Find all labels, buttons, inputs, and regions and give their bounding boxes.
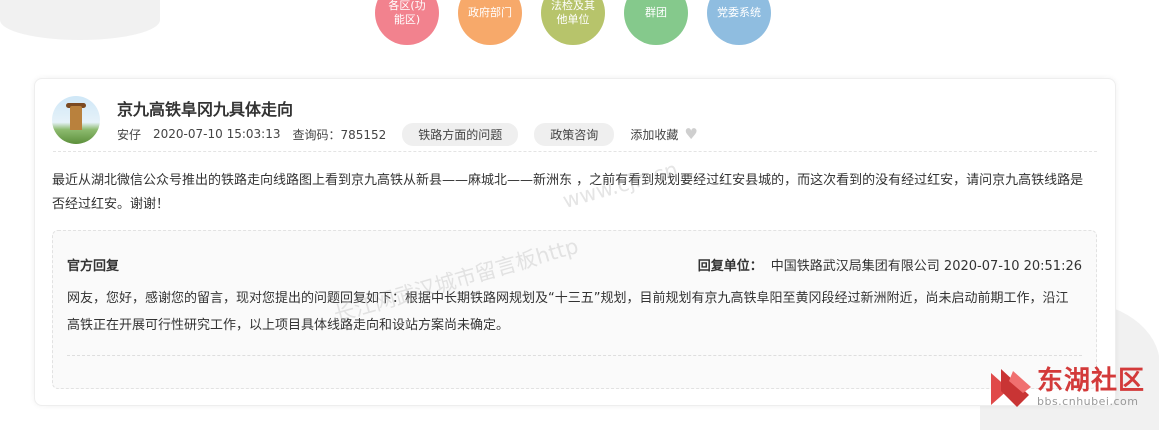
avatar [52, 96, 100, 144]
favorite-button[interactable]: 添加收藏 ♥ [630, 126, 697, 143]
category-groups[interactable]: 群团 [624, 0, 688, 45]
logo-text: 东湖社区 [1036, 365, 1145, 396]
logo-url: bbs.cnhubei.com [1036, 394, 1139, 408]
reply-unit-name: 中国铁路武汉局集团有限公司 [770, 259, 940, 274]
author-name: 安仔 [117, 127, 142, 142]
reply-unit: 回复单位： 中国铁路武汉局集团有限公司 2020-07-10 20:51:26 [698, 255, 1082, 274]
message-card: 京九高铁阜冈九具体走向 安仔 2020-07-10 15:03:13 查询码：7… [34, 78, 1116, 406]
reply-content: 网友，您好，感谢您的留言，现对您提出的问题回复如下：根据中长期铁路网规划及“十三… [67, 291, 1069, 333]
category-judicial[interactable]: 法检及其他单位 [541, 0, 605, 45]
category-label: 法检及其他单位 [551, 0, 595, 26]
favorite-label: 添加收藏 [630, 127, 679, 142]
category-label: 政府部门 [468, 6, 512, 19]
heart-icon: ♥ [684, 125, 698, 143]
post-datetime: 2020-07-10 15:03:13 [153, 127, 281, 141]
reply-unit-label: 回复单位： [697, 259, 763, 274]
tag-policy[interactable]: 政策咨询 [534, 122, 615, 146]
reply-datetime: 2020-07-10 20:51:26 [943, 259, 1082, 274]
official-reply: 官方回复 回复单位： 中国铁路武汉局集团有限公司 2020-07-10 20:51… [52, 230, 1097, 389]
reply-label: 官方回复 [67, 259, 120, 274]
post-title[interactable]: 京九高铁阜冈九具体走向 [117, 96, 293, 120]
category-label: 党委系统 [717, 6, 761, 19]
divider [67, 355, 1082, 356]
site-logo[interactable]: 东湖社区 bbs.cnhubei.com [989, 365, 1145, 409]
post-meta: 安仔 2020-07-10 15:03:13 查询码：785152 铁路方面的问… [117, 122, 698, 146]
post-content: 最近从湖北微信公众号推出的铁路走向线路图上看到京九高铁从新县——麻城北——新洲东… [52, 173, 1084, 212]
logo-icon [990, 369, 1031, 407]
divider [53, 151, 1097, 152]
query-code: 查询码：785152 [292, 127, 387, 142]
category-party[interactable]: 党委系统 [707, 0, 771, 45]
category-label: 群团 [645, 6, 667, 19]
category-district[interactable]: 各区(功能区) [375, 0, 439, 45]
pagoda-body [70, 106, 82, 130]
category-label: 各区(功能区) [388, 0, 426, 26]
tag-railway[interactable]: 铁路方面的问题 [402, 122, 519, 146]
category-nav: 各区(功能区) 政府部门 法检及其他单位 群团 党委系统 [0, 0, 1159, 51]
category-government[interactable]: 政府部门 [458, 0, 522, 45]
